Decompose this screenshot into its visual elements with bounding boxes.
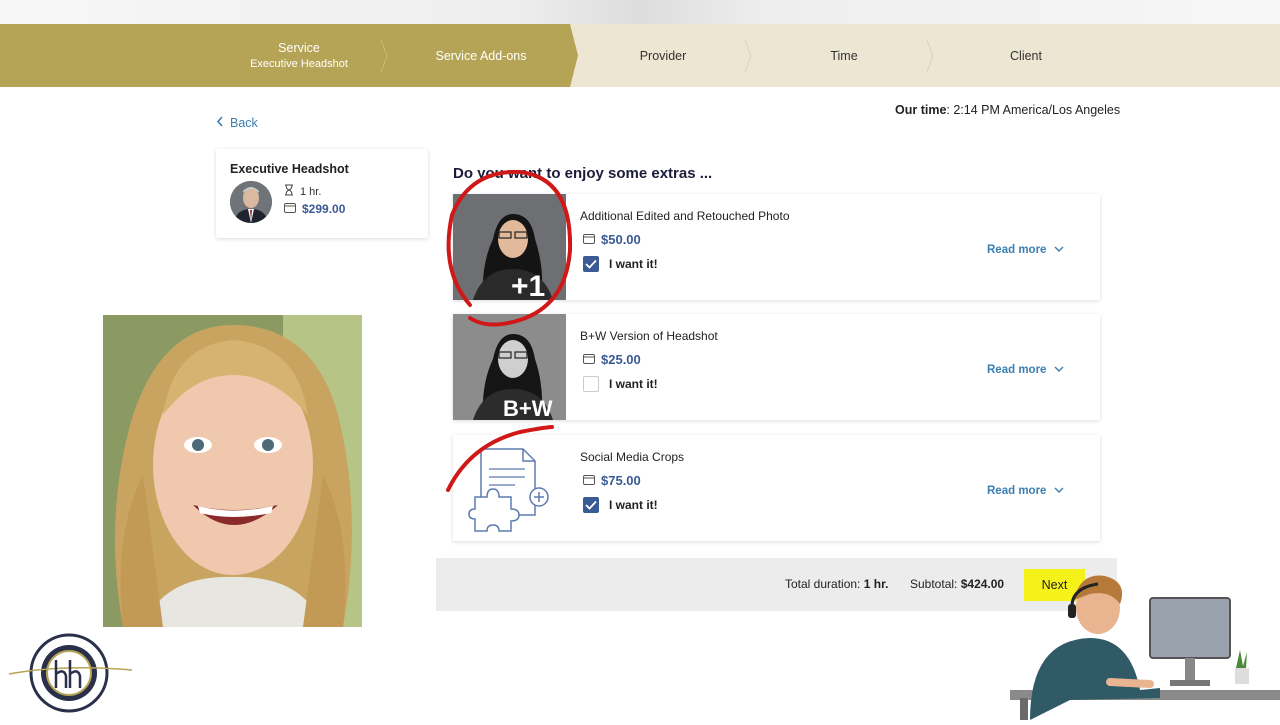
presenter-avatar [1000,570,1280,720]
annotation-circle [446,169,573,327]
total-duration-label: Total duration: [785,577,861,591]
subtotal: Subtotal: $424.00 [910,577,1004,591]
total-duration: Total duration: 1 hr. [785,577,888,591]
subtotal-value: $424.00 [960,577,1005,591]
presenter-photo [103,315,362,627]
headshot-heroes-logo [4,630,134,716]
annotation-stroke [446,425,554,492]
subtotal-label: Subtotal: [910,577,958,591]
total-duration-value: 1 hr. [863,577,889,591]
